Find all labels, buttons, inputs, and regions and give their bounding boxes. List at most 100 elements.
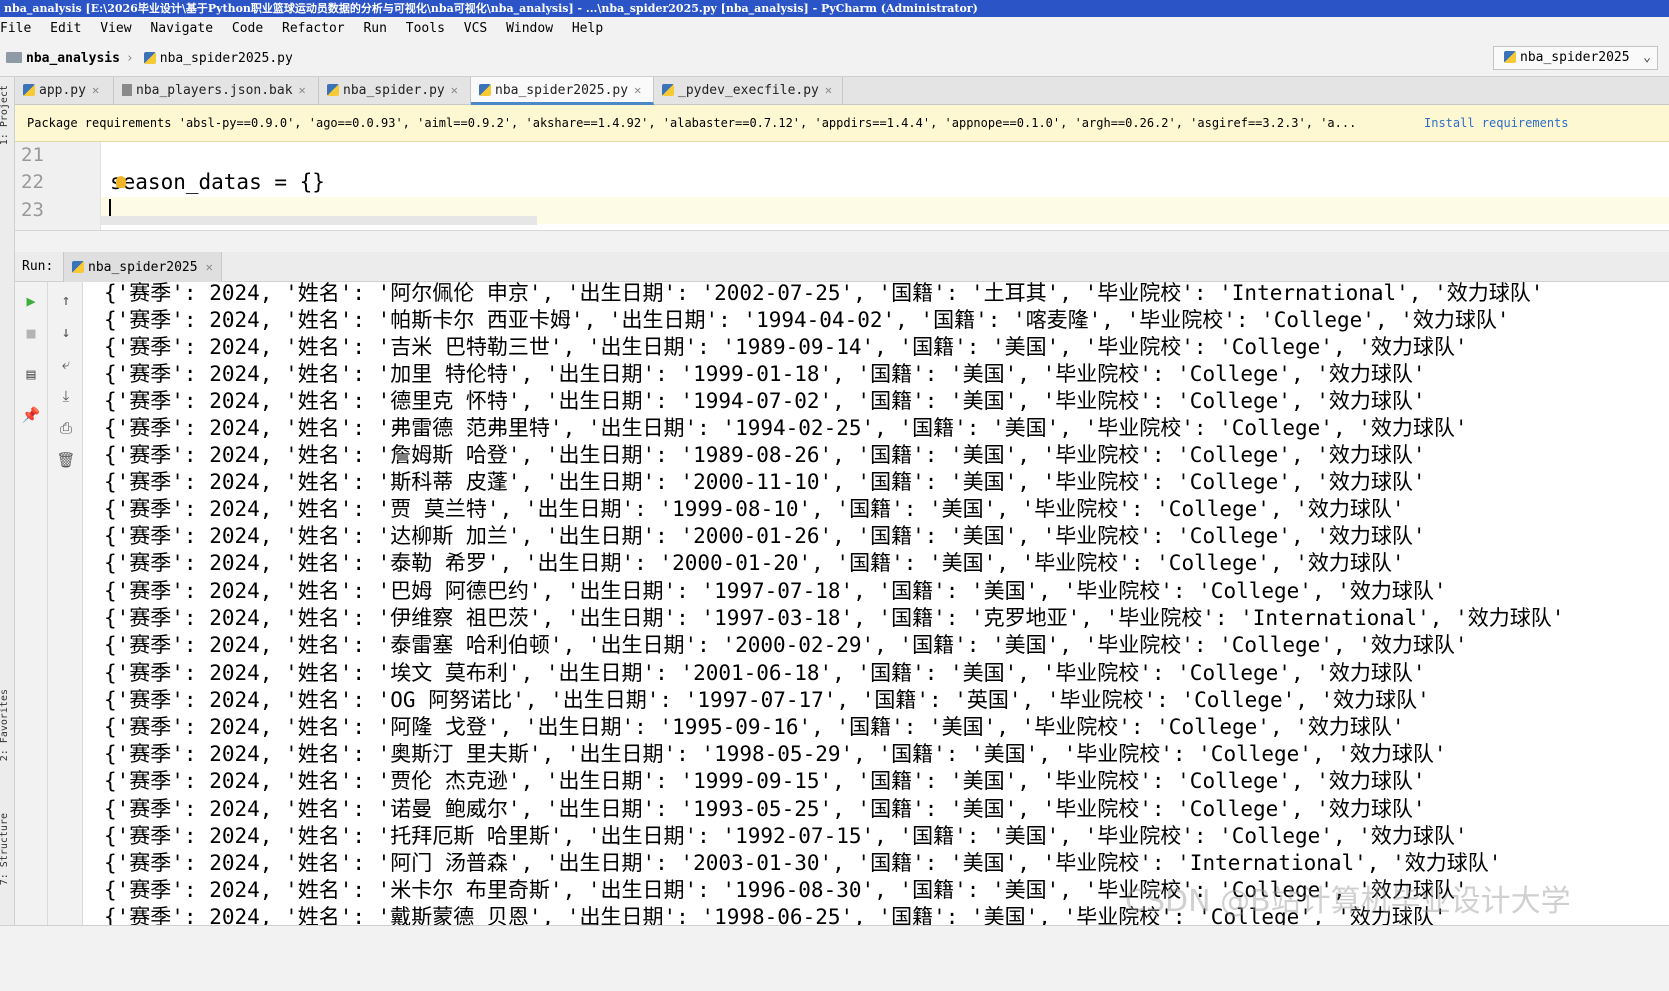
breadcrumb-file[interactable]: nba_spider2025.py xyxy=(160,51,293,66)
project-tool-button[interactable]: 1: Project xyxy=(0,85,10,145)
tab-label: nba_spider2025.py xyxy=(495,83,629,98)
tab-nba-spider-py[interactable]: nba_spider.py ✕ xyxy=(319,77,471,104)
menu-bar: File Edit View Navigate Code Refactor Ru… xyxy=(0,17,1669,41)
favorites-tool-button[interactable]: 2: Favorites xyxy=(0,689,10,761)
python-icon xyxy=(1504,51,1516,63)
tab-label: _pydev_execfile.py xyxy=(678,83,819,98)
tab-nba-players-json-bak[interactable]: nba_players.json.bak ✕ xyxy=(114,77,319,104)
console-line: {'赛季': 2024, '姓名': '德里克 怀特', '出生日期': '19… xyxy=(104,389,1426,413)
run-panel-header: Run: nba_spider2025 ✕ xyxy=(15,252,1669,282)
menu-navigate[interactable]: Navigate xyxy=(150,21,213,36)
tab-app-py[interactable]: app.py ✕ xyxy=(15,77,114,104)
line-number: 23 xyxy=(21,199,44,221)
structure-tool-button[interactable]: 7: Structure xyxy=(0,813,10,885)
run-icon[interactable]: ▶ xyxy=(21,291,41,311)
left-tool-strip: 1: Project 2: Favorites 7: Structure xyxy=(0,77,15,991)
file-icon xyxy=(122,84,132,96)
console-line: {'赛季': 2024, '姓名': '加里 特伦特', '出生日期': '19… xyxy=(104,362,1426,386)
python-icon xyxy=(479,84,491,96)
line-number: 21 xyxy=(21,144,44,166)
line-number-gutter: 21 22 23 xyxy=(15,142,101,230)
console-line: {'赛季': 2024, '姓名': '吉米 巴特勒三世', '出生日期': '… xyxy=(104,335,1468,359)
menu-edit[interactable]: Edit xyxy=(50,21,81,36)
close-icon[interactable]: ✕ xyxy=(451,83,458,97)
console-line: {'赛季': 2024, '姓名': '阿门 汤普森', '出生日期': '20… xyxy=(104,851,1502,875)
menu-window[interactable]: Window xyxy=(506,21,553,36)
run-toolbar-secondary: ↑ ↓ ⤶ ⤓ ⎙ 🗑 xyxy=(48,282,83,925)
console-line: {'赛季': 2024, '姓名': '阿尔佩伦 申京', '出生日期': '2… xyxy=(104,282,1544,305)
run-toolbar-primary: ▶ ■ ▤ 📌 xyxy=(15,282,48,925)
console-line: {'赛季': 2024, '姓名': '贾 莫兰特', '出生日期': '199… xyxy=(104,497,1405,521)
tab-label: app.py xyxy=(39,83,86,98)
window-title: nba_analysis [E:\2026毕业设计\基于Python职业篮球运动… xyxy=(0,0,1669,17)
run-config-selector[interactable]: nba_spider2025 ⌄ xyxy=(1493,46,1658,70)
python-icon xyxy=(143,52,156,64)
menu-code[interactable]: Code xyxy=(232,21,263,36)
console-line: {'赛季': 2024, '姓名': '巴姆 阿德巴约', '出生日期': '1… xyxy=(104,579,1447,603)
arrow-up-icon[interactable]: ↑ xyxy=(56,290,76,310)
chevron-right-icon: › xyxy=(125,51,134,66)
run-config-label: nba_spider2025 xyxy=(1520,50,1630,65)
console-line: {'赛季': 2024, '姓名': '泰雷塞 哈利伯顿', '出生日期': '… xyxy=(104,633,1468,657)
close-icon[interactable]: ✕ xyxy=(634,83,641,97)
code-editor[interactable]: 21 22 23 season_datas = {} xyxy=(15,142,1669,230)
code-line: season_datas = {} xyxy=(110,170,325,194)
menu-help[interactable]: Help xyxy=(572,21,603,36)
console-line: {'赛季': 2024, '姓名': '弗雷德 范弗里特', '出生日期': '… xyxy=(104,416,1468,440)
menu-tools[interactable]: Tools xyxy=(406,21,445,36)
console-line: {'赛季': 2024, '姓名': 'OG 阿努诺比', '出生日期': '1… xyxy=(104,688,1430,712)
soft-wrap-icon[interactable]: ⤶ xyxy=(56,354,76,374)
editor-tabs: app.py ✕ nba_players.json.bak ✕ nba_spider… xyxy=(15,77,1669,105)
menu-run[interactable]: Run xyxy=(363,21,386,36)
scroll-to-end-icon[interactable]: ⤓ xyxy=(56,386,76,406)
console-output[interactable]: {'赛季': 2024, '姓名': '阿尔佩伦 申京', '出生日期': '2… xyxy=(83,282,1669,925)
console-line: {'赛季': 2024, '姓名': '贾伦 杰克逊', '出生日期': '19… xyxy=(104,769,1426,793)
console-line: {'赛季': 2024, '姓名': '托拜厄斯 哈里斯', '出生日期': '… xyxy=(104,824,1468,848)
console-line: {'赛季': 2024, '姓名': '帕斯卡尔 西亚卡姆', '出生日期': … xyxy=(104,308,1510,332)
menu-vcs[interactable]: VCS xyxy=(464,21,487,36)
close-icon[interactable]: ✕ xyxy=(206,260,213,274)
close-icon[interactable]: ✕ xyxy=(825,83,832,97)
console-line: {'赛季': 2024, '姓名': '伊维察 祖巴茨', '出生日期': '1… xyxy=(104,606,1565,630)
run-tab-label: nba_spider2025 xyxy=(88,260,198,275)
console-line: {'赛季': 2024, '姓名': '达柳斯 加兰', '出生日期': '20… xyxy=(104,524,1426,548)
python-icon xyxy=(327,84,339,96)
horizontal-scrollbar[interactable] xyxy=(101,216,537,225)
console-line: {'赛季': 2024, '姓名': '泰勒 希罗', '出生日期': '200… xyxy=(104,551,1405,575)
requirements-banner: Package requirements 'absl-py==0.9.0', '… xyxy=(15,105,1669,142)
pin-icon[interactable]: 📌 xyxy=(21,405,41,425)
console-line: {'赛季': 2024, '姓名': '埃文 莫布利', '出生日期': '20… xyxy=(104,661,1426,685)
menu-file[interactable]: File xyxy=(0,21,31,36)
watermark: CSDN @B站计算机毕业设计大学 xyxy=(1125,884,1571,919)
chevron-down-icon: ⌄ xyxy=(1643,50,1651,65)
close-icon[interactable]: ✕ xyxy=(92,83,99,97)
arrow-down-icon[interactable]: ↓ xyxy=(56,322,76,342)
tab-nba-spider2025-py[interactable]: nba_spider2025.py ✕ xyxy=(471,77,654,105)
tab-label: nba_spider.py xyxy=(343,83,445,98)
print-icon[interactable]: ⎙ xyxy=(56,418,76,438)
tab-pydev-execfile-py[interactable]: _pydev_execfile.py ✕ xyxy=(654,77,843,104)
console-line: {'赛季': 2024, '姓名': '詹姆斯 哈登', '出生日期': '19… xyxy=(104,443,1426,467)
tab-label: nba_players.json.bak xyxy=(136,83,293,98)
run-label: Run: xyxy=(22,259,54,274)
python-icon xyxy=(23,84,35,96)
navigation-bar: nba_analysis › nba_spider2025.py nba_spide… xyxy=(0,41,1669,77)
python-icon xyxy=(662,84,674,96)
run-tab-nba-spider2025[interactable]: nba_spider2025 ✕ xyxy=(63,252,222,282)
status-bar xyxy=(0,925,1669,991)
requirements-banner-text: Package requirements 'absl-py==0.9.0', '… xyxy=(27,116,1357,130)
panel-splitter[interactable] xyxy=(15,230,1669,252)
menu-view[interactable]: View xyxy=(100,21,131,36)
breadcrumb-project[interactable]: nba_analysis xyxy=(26,51,120,66)
trash-icon[interactable]: 🗑 xyxy=(56,450,76,470)
lightbulb-icon[interactable] xyxy=(116,176,126,188)
stop-icon[interactable]: ■ xyxy=(21,323,41,343)
layout-icon[interactable]: ▤ xyxy=(21,364,41,384)
console-line: {'赛季': 2024, '姓名': '诺曼 鲍威尔', '出生日期': '19… xyxy=(104,797,1426,821)
console-line: {'赛季': 2024, '姓名': '斯科蒂 皮蓬', '出生日期': '20… xyxy=(104,470,1426,494)
menu-refactor[interactable]: Refactor xyxy=(282,21,345,36)
line-number: 22 xyxy=(21,171,44,193)
close-icon[interactable]: ✕ xyxy=(299,83,306,97)
install-requirements-link[interactable]: Install requirements xyxy=(1418,105,1569,141)
console-line: {'赛季': 2024, '姓名': '阿隆 戈登', '出生日期': '199… xyxy=(104,715,1405,739)
